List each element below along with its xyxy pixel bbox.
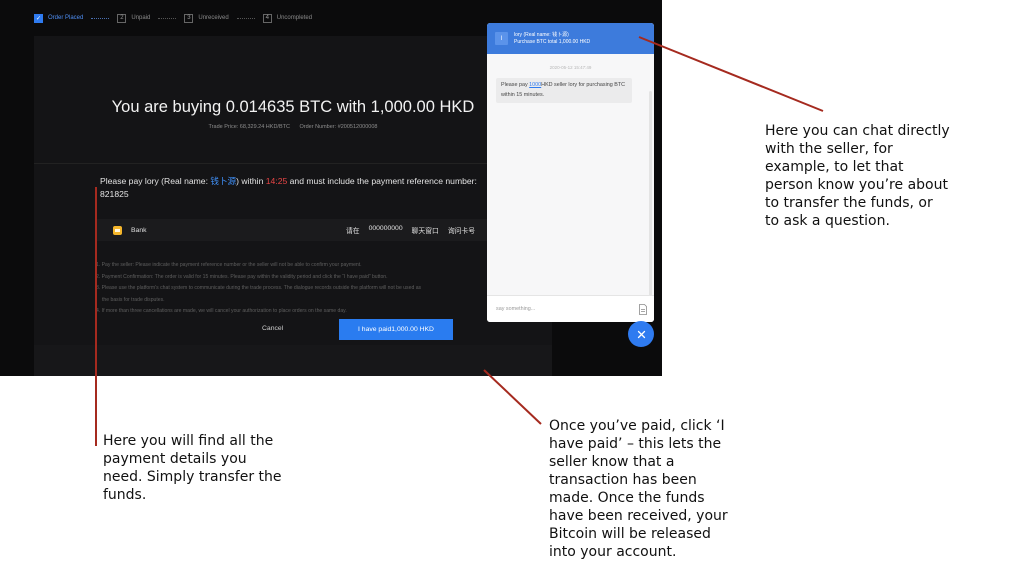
check-icon: ✓ [34,13,43,23]
step-label: Unpaid [131,15,151,21]
note-line: 2. Payment Confirmation: The order is va… [96,273,388,280]
payment-instruction: Please pay lory (Real name: 钱卜源) within … [100,175,480,201]
chat-scrollbar[interactable] [649,91,652,321]
step-label: Order Placed [48,15,84,21]
chat-header: l lory (Real name: 钱卜源) Purchase BTC tot… [487,23,654,54]
exchange-screen: ✓ Order Placed 2 Unpaid 3 Unreceived 4 U… [0,0,662,376]
bank-field: 000000000 [368,225,403,232]
payment-method: Bank [131,226,147,234]
close-icon [637,330,645,338]
chat-messages: 2020-05-12 15:47:49 Please pay 1000HKD s… [487,54,654,321]
avatar: l [495,32,508,45]
order-panel: You are buying 0.014635 BTC with 1,000.0… [34,36,552,376]
order-number: Order Number: #200512000008 [299,124,378,130]
paid-pointer-line [483,369,542,425]
step-unpaid: 2 Unpaid [117,13,151,23]
action-bar [34,345,552,376]
chat-message-input[interactable] [496,303,621,315]
chat-pointer-line [638,36,824,112]
chat-message: Please pay 1000HKD seller lory for purch… [496,78,632,103]
step-separator [236,17,255,19]
chat-window: l lory (Real name: 钱卜源) Purchase BTC tot… [487,23,654,322]
order-progress-steps: ✓ Order Placed 2 Unpaid 3 Unreceived 4 U… [34,11,312,25]
file-attach-icon[interactable] [639,304,647,315]
bank-details-row: Bank 请在 000000000 聊天窗口 询问卡号 [96,219,489,241]
instruction-text: ) within [236,176,266,186]
amount-link[interactable]: 1000 [529,82,541,88]
note-line: 4. If more than three cancellations are … [96,308,347,315]
step-separator [158,17,177,19]
bank-field: 聊天窗口 [411,228,439,235]
bank-details: 请在 000000000 聊天窗口 询问卡号 [346,225,475,235]
seller-name: lory (Real name: 钱卜源) [514,31,569,38]
step-number: 4 [262,13,272,23]
step-label: Uncompleted [276,15,313,21]
message-text: Please pay [501,82,530,88]
payment-notes: 1. Pay the seller: Please indicate the p… [96,260,491,318]
note-line: 1. Pay the seller: Please indicate the p… [96,262,362,268]
bank-field: 询问卡号 [447,228,475,235]
purchase-summary: Purchase BTC total 1,000.00 HKD [514,38,591,45]
step-number: 2 [117,13,127,23]
order-meta: Trade Price: 68,329.24 HKD/BTC Order Num… [34,124,552,130]
i-have-paid-button[interactable]: I have paid1,000.00 HKD [339,319,453,340]
note-line: 3. Please use the platform's chat system… [96,285,422,292]
chat-input-bar [487,295,654,322]
message-timestamp: 2020-05-12 15:47:49 [549,65,592,70]
trade-price: Trade Price: 68,329.24 HKD/BTC [208,124,290,130]
payment-annotation: Here you will find all the payment detai… [103,433,282,503]
note-line: the basis for trade disputes. [102,296,165,303]
chat-annotation: Here you can chat directly with the sell… [765,123,950,229]
step-uncompleted: 4 Uncompleted [262,13,313,23]
countdown-timer: 14:25 [265,176,288,186]
instruction-text: Please pay lory (Real name: [100,176,211,186]
paid-annotation: Once you’ve paid, click ‘I have paid’ – … [549,418,728,560]
close-chat-button[interactable] [628,321,654,347]
bank-card-icon [113,225,122,235]
step-separator [91,17,110,19]
step-order-placed: ✓ Order Placed [34,13,84,23]
order-headline: You are buying 0.014635 BTC with 1,000.0… [111,98,475,116]
step-label: Unreceived [198,15,229,21]
chat-header-text: lory (Real name: 钱卜源) Purchase BTC total… [514,32,590,46]
step-number: 3 [184,13,194,23]
bank-field: 请在 [346,228,360,235]
seller-real-name: 钱卜源 [210,176,237,186]
cancel-button[interactable]: Cancel [262,325,283,332]
divider [34,163,552,164]
step-unreceived: 3 Unreceived [184,13,229,23]
